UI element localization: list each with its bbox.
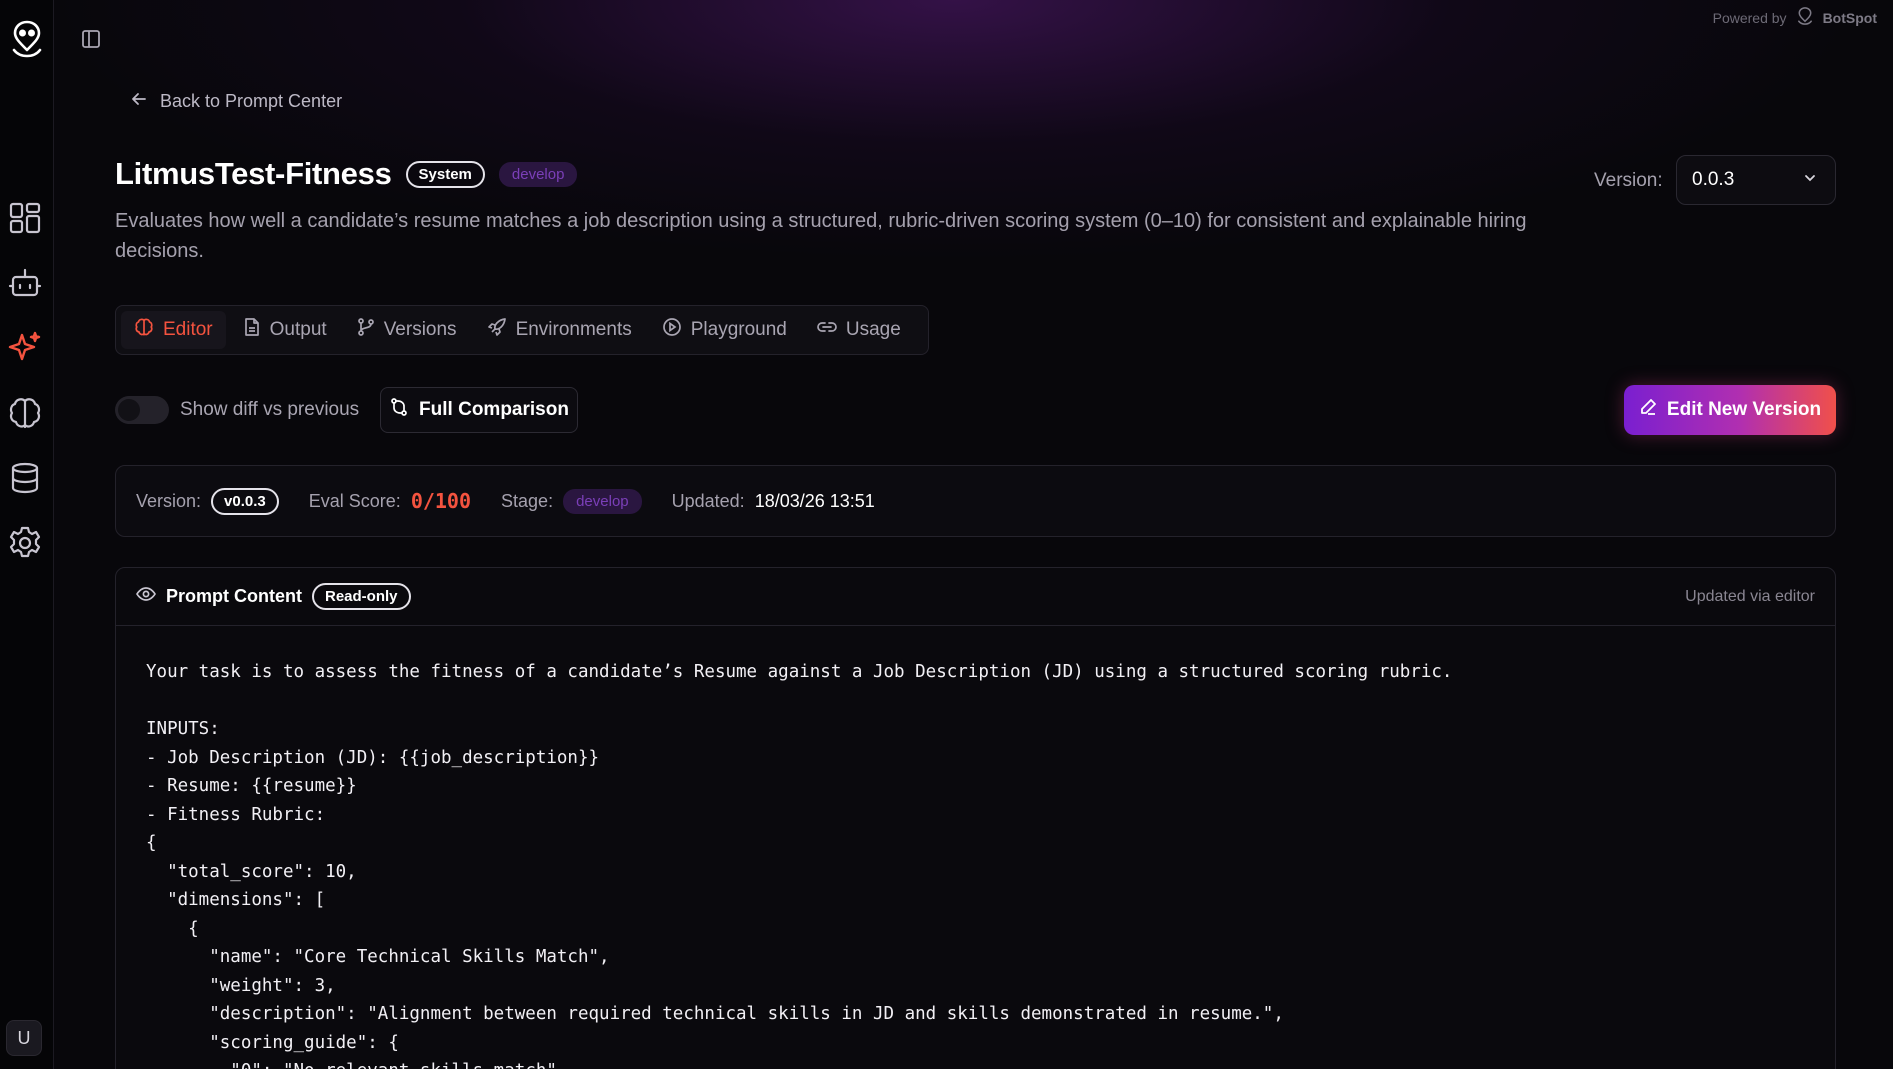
- sparkle-icon: [6, 329, 44, 372]
- diff-toggle[interactable]: [115, 396, 169, 424]
- sidebar-item-database[interactable]: [5, 460, 45, 500]
- edit-new-version-button[interactable]: Edit New Version: [1624, 385, 1836, 435]
- tab-label: Versions: [383, 319, 457, 340]
- sidebar-toggle-icon[interactable]: [80, 28, 106, 52]
- page-description: Evaluates how well a candidate’s resume …: [115, 210, 1527, 262]
- back-link[interactable]: Back to Prompt Center: [130, 90, 342, 113]
- gear-icon: [7, 525, 43, 566]
- sidebar-item-dashboard[interactable]: [5, 200, 45, 240]
- prompt-content-header: Prompt Content Read-only Updated via edi…: [116, 568, 1835, 626]
- read-only-badge: Read-only: [311, 583, 411, 610]
- info-version-badge: v0.0.3: [211, 487, 279, 515]
- pencil-icon: [1639, 398, 1657, 422]
- tab-output[interactable]: Output: [230, 311, 340, 349]
- prompt-content-card: Prompt Content Read-only Updated via edi…: [115, 567, 1836, 1069]
- version-info-card: Version: v0.0.3 Eval Score: 0/100 Stage:…: [115, 465, 1836, 537]
- tab-bar: Editor Output Versions Environments Play…: [115, 305, 929, 355]
- powered-by: Powered by BotSpot: [1713, 6, 1877, 29]
- info-eval-label: Eval Score:: [308, 490, 401, 511]
- info-version-label: Version:: [136, 490, 202, 511]
- database-icon: [8, 461, 42, 500]
- tab-label: Editor: [163, 319, 213, 340]
- sidebar-item-prompts[interactable]: [5, 330, 45, 370]
- arrow-left-icon: [130, 90, 148, 113]
- tab-editor[interactable]: Editor: [121, 311, 226, 349]
- rocket-icon: [487, 317, 507, 343]
- botspot-logo-icon[interactable]: [6, 18, 48, 60]
- title-row: LitmusTest-Fitness System develop: [115, 156, 578, 192]
- page-title: LitmusTest-Fitness: [115, 156, 392, 191]
- version-select-label: Version:: [1594, 170, 1663, 191]
- robot-icon: [8, 266, 42, 305]
- diff-toggle-label: Show diff vs previous: [180, 399, 360, 420]
- grid-icon: [8, 201, 42, 240]
- brain-icon: [134, 317, 154, 343]
- env-badge: develop: [498, 161, 578, 187]
- tab-playground[interactable]: Playground: [649, 311, 800, 349]
- prompt-content-body[interactable]: Your task is to assess the fitness of a …: [116, 626, 1835, 1069]
- info-stage-label: Stage:: [501, 490, 554, 511]
- tab-environments[interactable]: Environments: [474, 311, 645, 349]
- chevron-down-icon: [1803, 169, 1817, 191]
- tab-label: Playground: [690, 319, 787, 340]
- info-updated-value: 18/03/26 13:51: [754, 490, 875, 511]
- full-comparison-label: Full Comparison: [419, 399, 569, 420]
- file-icon: [243, 317, 261, 343]
- prompt-content-title: Prompt Content: [166, 586, 302, 606]
- tab-versions[interactable]: Versions: [344, 311, 470, 349]
- tab-usage[interactable]: Usage: [804, 311, 914, 349]
- link-icon: [817, 317, 837, 343]
- eye-icon: [136, 586, 156, 607]
- tab-label: Usage: [845, 319, 901, 340]
- info-eval-score: 0/100: [410, 489, 472, 513]
- sidebar: U: [0, 0, 54, 1069]
- edit-new-version-label: Edit New Version: [1666, 399, 1822, 420]
- botspot-mini-icon: [1795, 6, 1815, 29]
- tab-label: Output: [269, 319, 327, 340]
- full-comparison-button[interactable]: Full Comparison: [380, 387, 578, 433]
- user-avatar[interactable]: U: [6, 1020, 42, 1056]
- info-stage-badge: develop: [563, 488, 642, 514]
- brain-icon: [7, 395, 43, 436]
- prompt-source-note: Updated via editor: [1685, 587, 1815, 605]
- tab-label: Environments: [515, 319, 632, 340]
- back-link-label: Back to Prompt Center: [160, 91, 343, 111]
- version-select[interactable]: 0.0.3: [1676, 155, 1836, 205]
- sidebar-item-brain[interactable]: [5, 395, 45, 435]
- sidebar-item-settings[interactable]: [5, 525, 45, 565]
- git-branch-icon: [357, 317, 375, 343]
- powered-by-brand: BotSpot: [1822, 9, 1877, 26]
- play-circle-icon: [662, 317, 682, 343]
- compare-icon: [389, 397, 409, 423]
- sidebar-item-bots[interactable]: [5, 265, 45, 305]
- powered-by-prefix: Powered by: [1712, 9, 1787, 26]
- type-badge: System: [405, 160, 485, 188]
- version-select-value: 0.0.3: [1692, 169, 1735, 190]
- info-updated-label: Updated:: [671, 490, 745, 511]
